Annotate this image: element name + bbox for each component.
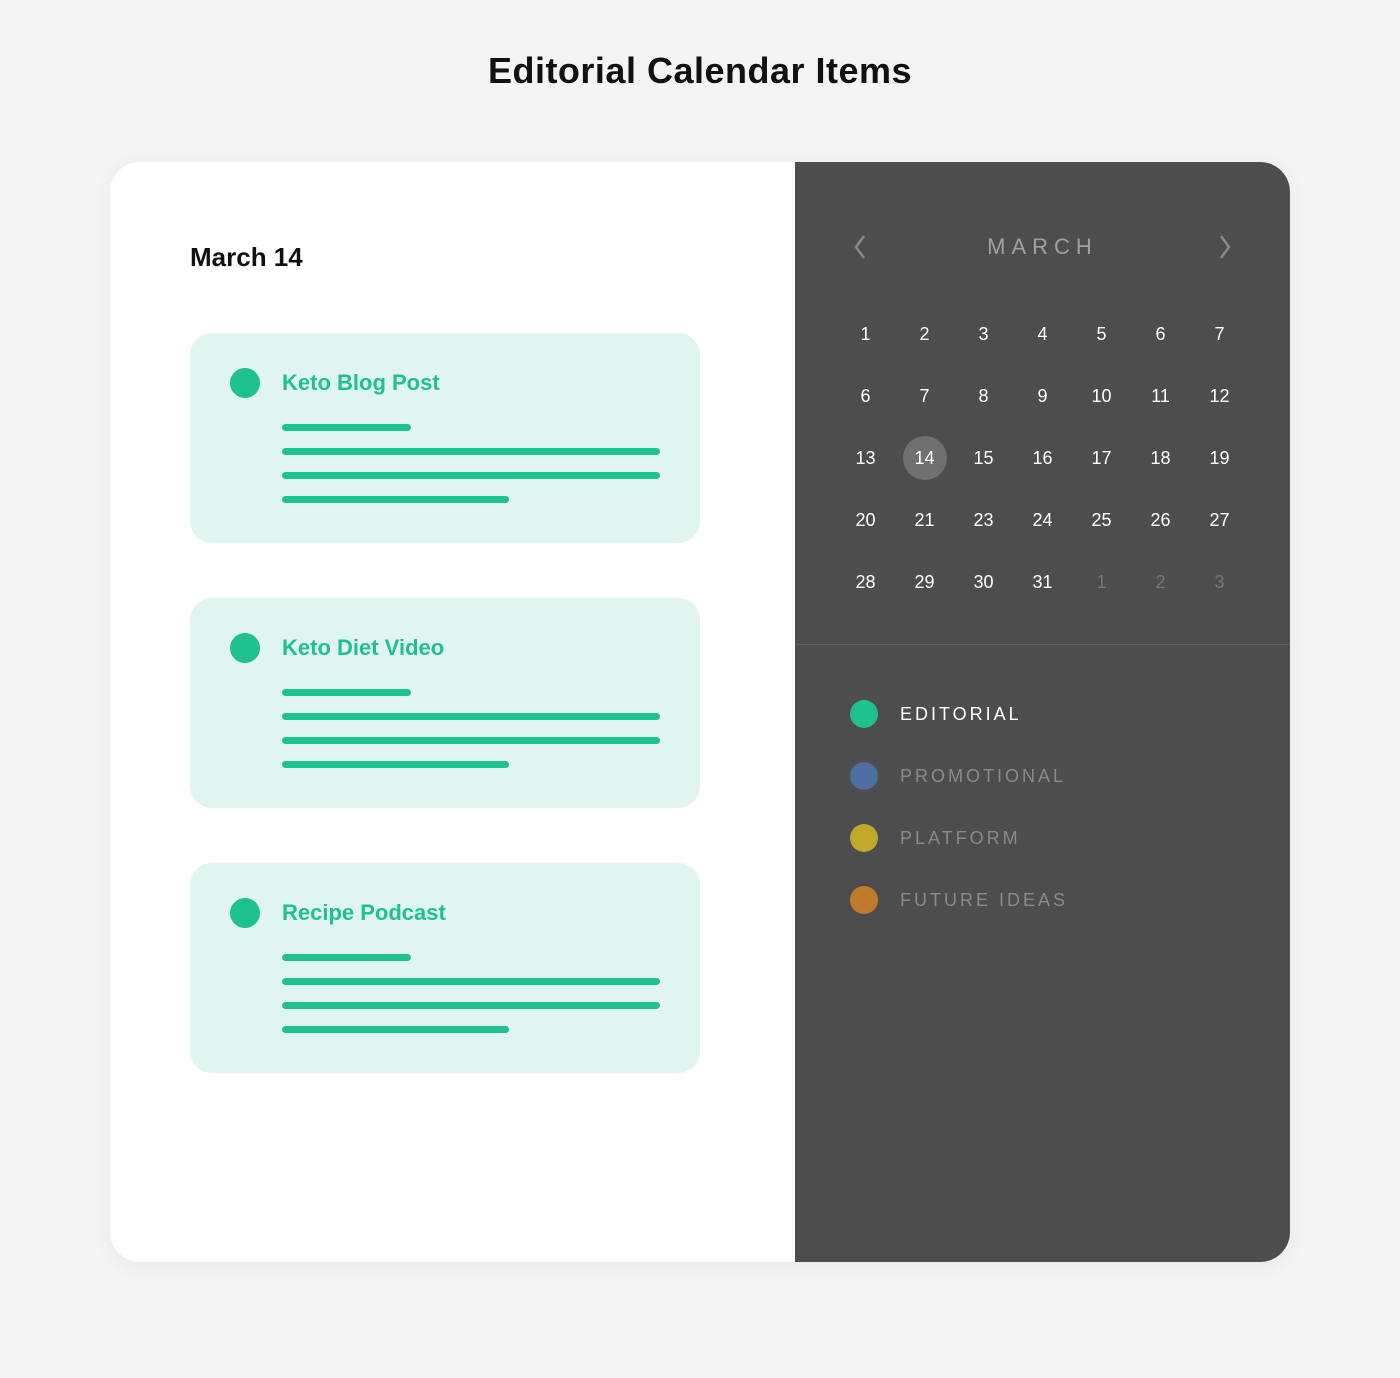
legend-label: PLATFORM (900, 828, 1021, 849)
calendar-section: MARCH 1234567678910111213141516171819202… (795, 162, 1290, 645)
calendar-day[interactable]: 14 (903, 436, 947, 480)
month-label: MARCH (987, 234, 1098, 260)
chevron-left-icon[interactable] (845, 232, 875, 262)
legend-item[interactable]: EDITORIAL (850, 700, 1235, 728)
category-dot-icon (230, 898, 260, 928)
legend-label: EDITORIAL (900, 704, 1022, 725)
calendar-panel: MARCH 1234567678910111213141516171819202… (795, 162, 1290, 1262)
calendar-day[interactable]: 28 (844, 560, 888, 604)
item-title: Keto Diet Video (282, 635, 444, 661)
text-line-placeholder (282, 424, 411, 431)
calendar-day[interactable]: 6 (1139, 312, 1183, 356)
calendar-day[interactable]: 16 (1021, 436, 1065, 480)
calendar-day[interactable]: 27 (1198, 498, 1242, 542)
calendar-day[interactable]: 18 (1139, 436, 1183, 480)
calendar-day[interactable]: 5 (1080, 312, 1124, 356)
calendar-day[interactable]: 2 (903, 312, 947, 356)
calendar-day[interactable]: 4 (1021, 312, 1065, 356)
calendar-day[interactable]: 12 (1198, 374, 1242, 418)
calendar-day[interactable]: 23 (962, 498, 1006, 542)
text-line-placeholder (282, 472, 660, 479)
legend-section: EDITORIAL PROMOTIONAL PLATFORM FUTURE IDEAS (795, 645, 1290, 1003)
category-dot-icon (230, 633, 260, 663)
calendar-header: MARCH (840, 232, 1245, 262)
legend-label: PROMOTIONAL (900, 766, 1066, 787)
calendar-day[interactable]: 17 (1080, 436, 1124, 480)
category-dot-icon (230, 368, 260, 398)
date-heading: March 14 (190, 242, 745, 273)
calendar-day[interactable]: 2 (1139, 560, 1183, 604)
editorial-calendar-card: March 14 Keto Blog Post Keto Diet Video Re… (110, 162, 1290, 1262)
legend-dot-icon (850, 886, 878, 914)
calendar-day[interactable]: 29 (903, 560, 947, 604)
text-line-placeholder (282, 1002, 660, 1009)
calendar-day[interactable]: 19 (1198, 436, 1242, 480)
calendar-day[interactable]: 21 (903, 498, 947, 542)
chevron-right-icon[interactable] (1210, 232, 1240, 262)
calendar-day[interactable]: 7 (903, 374, 947, 418)
text-line-placeholder (282, 1026, 509, 1033)
item-body-placeholder (230, 424, 660, 503)
text-line-placeholder (282, 713, 660, 720)
text-line-placeholder (282, 761, 509, 768)
calendar-day[interactable]: 25 (1080, 498, 1124, 542)
calendar-day[interactable]: 7 (1198, 312, 1242, 356)
item-body-placeholder (230, 954, 660, 1033)
text-line-placeholder (282, 978, 660, 985)
item-header: Recipe Podcast (230, 898, 660, 928)
legend-dot-icon (850, 700, 878, 728)
calendar-day[interactable]: 1 (1080, 560, 1124, 604)
calendar-day[interactable]: 8 (962, 374, 1006, 418)
items-list: Keto Blog Post Keto Diet Video Recipe Podc… (190, 333, 745, 1073)
legend-item[interactable]: PROMOTIONAL (850, 762, 1235, 790)
legend-label: FUTURE IDEAS (900, 890, 1068, 911)
calendar-day[interactable]: 20 (844, 498, 888, 542)
calendar-day[interactable]: 11 (1139, 374, 1183, 418)
text-line-placeholder (282, 737, 660, 744)
calendar-day[interactable]: 24 (1021, 498, 1065, 542)
calendar-grid: 1234567678910111213141516171819202123242… (840, 312, 1245, 604)
calendar-day[interactable]: 31 (1021, 560, 1065, 604)
item-header: Keto Diet Video (230, 633, 660, 663)
calendar-day[interactable]: 15 (962, 436, 1006, 480)
calendar-day[interactable]: 1 (844, 312, 888, 356)
calendar-day[interactable]: 30 (962, 560, 1006, 604)
calendar-day[interactable]: 3 (962, 312, 1006, 356)
calendar-day[interactable]: 26 (1139, 498, 1183, 542)
calendar-day[interactable]: 13 (844, 436, 888, 480)
text-line-placeholder (282, 448, 660, 455)
item-card[interactable]: Recipe Podcast (190, 863, 700, 1073)
item-card[interactable]: Keto Diet Video (190, 598, 700, 808)
item-card[interactable]: Keto Blog Post (190, 333, 700, 543)
legend-dot-icon (850, 824, 878, 852)
text-line-placeholder (282, 954, 411, 961)
legend-dot-icon (850, 762, 878, 790)
item-title: Keto Blog Post (282, 370, 440, 396)
page-title: Editorial Calendar Items (0, 50, 1400, 92)
item-title: Recipe Podcast (282, 900, 446, 926)
text-line-placeholder (282, 496, 509, 503)
calendar-day[interactable]: 9 (1021, 374, 1065, 418)
calendar-day[interactable]: 10 (1080, 374, 1124, 418)
legend-item[interactable]: PLATFORM (850, 824, 1235, 852)
text-line-placeholder (282, 689, 411, 696)
calendar-day[interactable]: 3 (1198, 560, 1242, 604)
items-panel: March 14 Keto Blog Post Keto Diet Video Re… (110, 162, 795, 1262)
item-header: Keto Blog Post (230, 368, 660, 398)
calendar-day[interactable]: 6 (844, 374, 888, 418)
item-body-placeholder (230, 689, 660, 768)
legend-item[interactable]: FUTURE IDEAS (850, 886, 1235, 914)
